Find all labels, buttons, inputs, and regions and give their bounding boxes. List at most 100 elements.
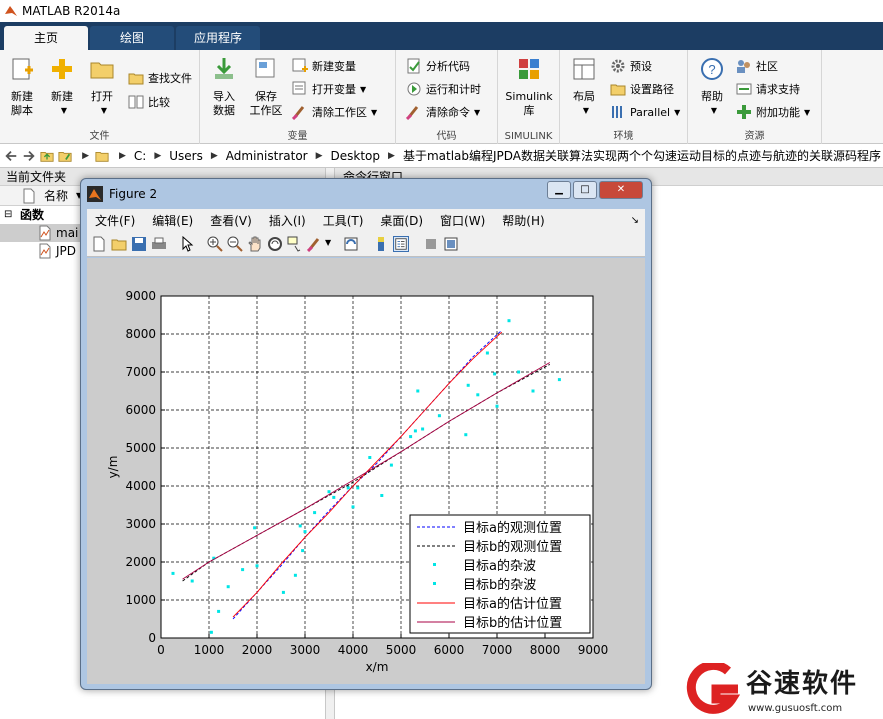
close-button[interactable]: ✕	[599, 181, 643, 199]
compare-button[interactable]: 比较	[128, 92, 170, 112]
scatter-point	[507, 319, 511, 323]
menu-tools[interactable]: 工具(T)	[323, 212, 364, 229]
colorbar-icon[interactable]	[373, 236, 389, 252]
zoom-in-icon[interactable]	[207, 236, 223, 252]
address-separator: ▶	[315, 150, 323, 161]
menu-insert[interactable]: 插入(I)	[269, 212, 306, 229]
link-plot-icon[interactable]	[343, 236, 359, 252]
scatter-point	[413, 429, 417, 433]
figure-window: Figure 2 ▁ □ ✕ 文件(F) 编辑(E) 查看(V) 插入(I) 工…	[80, 178, 652, 690]
open-file-icon[interactable]	[111, 236, 127, 252]
set-path-button[interactable]: 设置路径	[610, 79, 674, 99]
brush-data-icon[interactable]	[307, 236, 323, 252]
scatter-plot[interactable]: 0 1000 2000 3000 4000 5000 6000 7000 8000 9000 0 10…	[87, 258, 645, 684]
tab-plots[interactable]: 绘图	[90, 26, 174, 50]
scatter-point	[416, 389, 420, 393]
clear-commands-label: 清除命令	[426, 106, 470, 119]
y-tick-label: 5000	[125, 441, 156, 455]
brush-icon	[406, 106, 419, 120]
scatter-point	[327, 490, 331, 494]
figure-title-bar: Figure 2	[87, 183, 157, 205]
y-tick-label: 2000	[125, 555, 156, 569]
browse-folder-icon[interactable]	[58, 148, 72, 164]
menu-view[interactable]: 查看(V)	[210, 212, 252, 229]
brush-icon	[292, 106, 305, 120]
menu-desktop[interactable]: 桌面(D)	[380, 212, 423, 229]
print-icon[interactable]	[151, 236, 167, 252]
analyze-code-label: 分析代码	[426, 60, 470, 73]
menu-edit[interactable]: 编辑(E)	[152, 212, 193, 229]
breadcrumb-desktop[interactable]: Desktop	[331, 149, 381, 163]
data-cursor-icon[interactable]	[287, 236, 303, 252]
address-bar[interactable]: ▶ ▶ C: ▶ Users ▶ Administrator ▶ Desktop…	[0, 144, 883, 168]
new-button[interactable]: 新建 ▼	[42, 56, 82, 118]
window-title: MATLAB R2014a	[22, 4, 121, 18]
minimize-button[interactable]: ▁	[547, 181, 571, 199]
breadcrumb-administrator[interactable]: Administrator	[226, 149, 308, 163]
layout-label: 布局	[573, 90, 595, 103]
file-icon	[23, 188, 35, 204]
breadcrumb-project-folder[interactable]: 基于matlab编程JPDA数据关联算法实现两个个勾速运动目标的点迹与航迹的关联…	[403, 147, 881, 164]
request-support-label: 请求支持	[756, 83, 800, 96]
run-and-time-button[interactable]: 运行和计时	[406, 79, 481, 99]
new-variable-button[interactable]: 新建变量	[292, 56, 356, 76]
figure-menu-bar: 文件(F) 编辑(E) 查看(V) 插入(I) 工具(T) 桌面(D) 窗口(W…	[87, 209, 645, 231]
new-figure-icon[interactable]	[91, 236, 107, 252]
menu-file[interactable]: 文件(F)	[95, 212, 135, 229]
back-arrow-icon[interactable]	[4, 148, 18, 164]
forward-arrow-icon[interactable]	[22, 148, 36, 164]
new-label: 新建	[51, 90, 73, 103]
find-files-button[interactable]: 查找文件	[128, 68, 192, 88]
menu-help[interactable]: 帮助(H)	[502, 212, 544, 229]
simulink-library-label: Simulink 库	[505, 90, 553, 117]
simulink-library-button[interactable]: Simulink 库	[502, 56, 556, 118]
analyze-code-button[interactable]: 分析代码	[406, 56, 470, 76]
clear-commands-dropdown-icon: ▼	[474, 107, 481, 117]
clear-workspace-button[interactable]: 清除工作区 ▼	[292, 102, 377, 122]
menu-dock-arrow-icon[interactable]: ↘	[631, 215, 639, 226]
scatter-point	[389, 463, 393, 467]
legend-icon[interactable]	[393, 236, 409, 252]
zoom-out-icon[interactable]	[227, 236, 243, 252]
help-label: 帮助	[701, 90, 723, 103]
clear-commands-button[interactable]: 清除命令 ▼	[406, 102, 480, 122]
pan-hand-icon[interactable]	[247, 236, 263, 252]
menu-window[interactable]: 窗口(W)	[440, 212, 485, 229]
new-script-button[interactable]: 新建 脚本	[2, 56, 42, 118]
scatter-point	[332, 495, 336, 499]
brush-dropdown-icon[interactable]: ▼	[325, 238, 331, 247]
scatter-point	[226, 585, 230, 589]
parallel-button[interactable]: Parallel ▼	[610, 102, 680, 122]
layout-dropdown-icon: ▼	[582, 106, 590, 115]
maximize-button[interactable]: □	[573, 181, 597, 199]
collapse-icon[interactable]: ⊟	[4, 206, 12, 224]
community-button[interactable]: 社区	[736, 56, 778, 76]
import-data-button[interactable]: 导入 数据	[204, 56, 244, 118]
x-tick-label: 8000	[530, 643, 561, 657]
rotate-3d-icon[interactable]	[267, 236, 283, 252]
breadcrumb-users[interactable]: Users	[169, 149, 203, 163]
request-support-button[interactable]: 请求支持	[736, 79, 800, 99]
open-button[interactable]: 打开 ▼	[82, 56, 122, 118]
show-plot-tools-icon[interactable]	[443, 236, 459, 252]
tab-apps[interactable]: 应用程序	[176, 26, 260, 50]
open-dropdown-icon: ▼	[100, 106, 108, 115]
title-bar: MATLAB R2014a	[0, 0, 883, 22]
tab-home[interactable]: 主页	[4, 26, 88, 50]
simulink-library-icon	[519, 59, 539, 79]
hide-plot-tools-icon[interactable]	[423, 236, 439, 252]
help-button[interactable]: ? 帮助 ▼	[692, 56, 732, 118]
save-icon[interactable]	[131, 236, 147, 252]
pointer-icon[interactable]	[179, 236, 195, 252]
save-workspace-button[interactable]: 保存 工作区	[246, 56, 286, 118]
set-path-label: 设置路径	[630, 83, 674, 96]
breadcrumb-drive[interactable]: C:	[134, 149, 146, 163]
y-tick-label: 3000	[125, 517, 156, 531]
legend[interactable]: 目标a的观测位置目标b的观测位置目标a的杂波目标b的杂波目标a的估计位置目标b的…	[409, 514, 591, 634]
layout-button[interactable]: 布局 ▼	[564, 56, 604, 118]
parallel-icon	[612, 106, 622, 118]
open-variable-button[interactable]: 打开变量 ▼	[292, 79, 366, 99]
preferences-button[interactable]: 预设	[610, 56, 652, 76]
addons-button[interactable]: 附加功能 ▼	[736, 102, 810, 122]
up-folder-icon[interactable]	[40, 148, 54, 164]
